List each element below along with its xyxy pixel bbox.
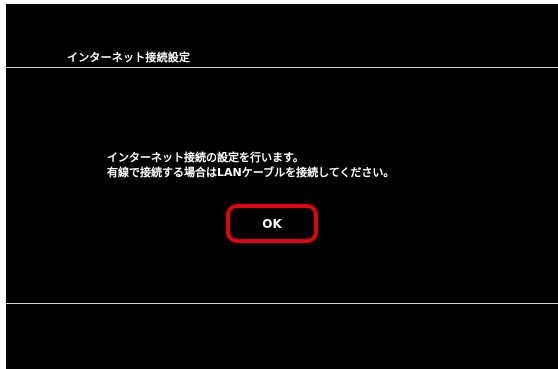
dialog-message-line-2: 有線で接続する場合はLANケーブルを接続してください。 [107,166,395,179]
ok-button-highlight: OK [226,204,318,243]
dialog-message-line-1: インターネット接続の設定を行います。 [107,151,304,164]
console-screen: インターネット接続設定 インターネット接続の設定を行います。 有線で接続する場合… [6,4,558,369]
header-divider [6,67,558,68]
ok-button[interactable]: OK [234,212,310,235]
page-title: インターネット接続設定 [67,51,191,64]
footer-divider [6,303,558,304]
screenshot-frame: インターネット接続設定 インターネット接続の設定を行います。 有線で接続する場合… [0,0,558,369]
dialog-message: インターネット接続の設定を行います。 有線で接続する場合はLANケーブルを接続し… [107,150,394,180]
